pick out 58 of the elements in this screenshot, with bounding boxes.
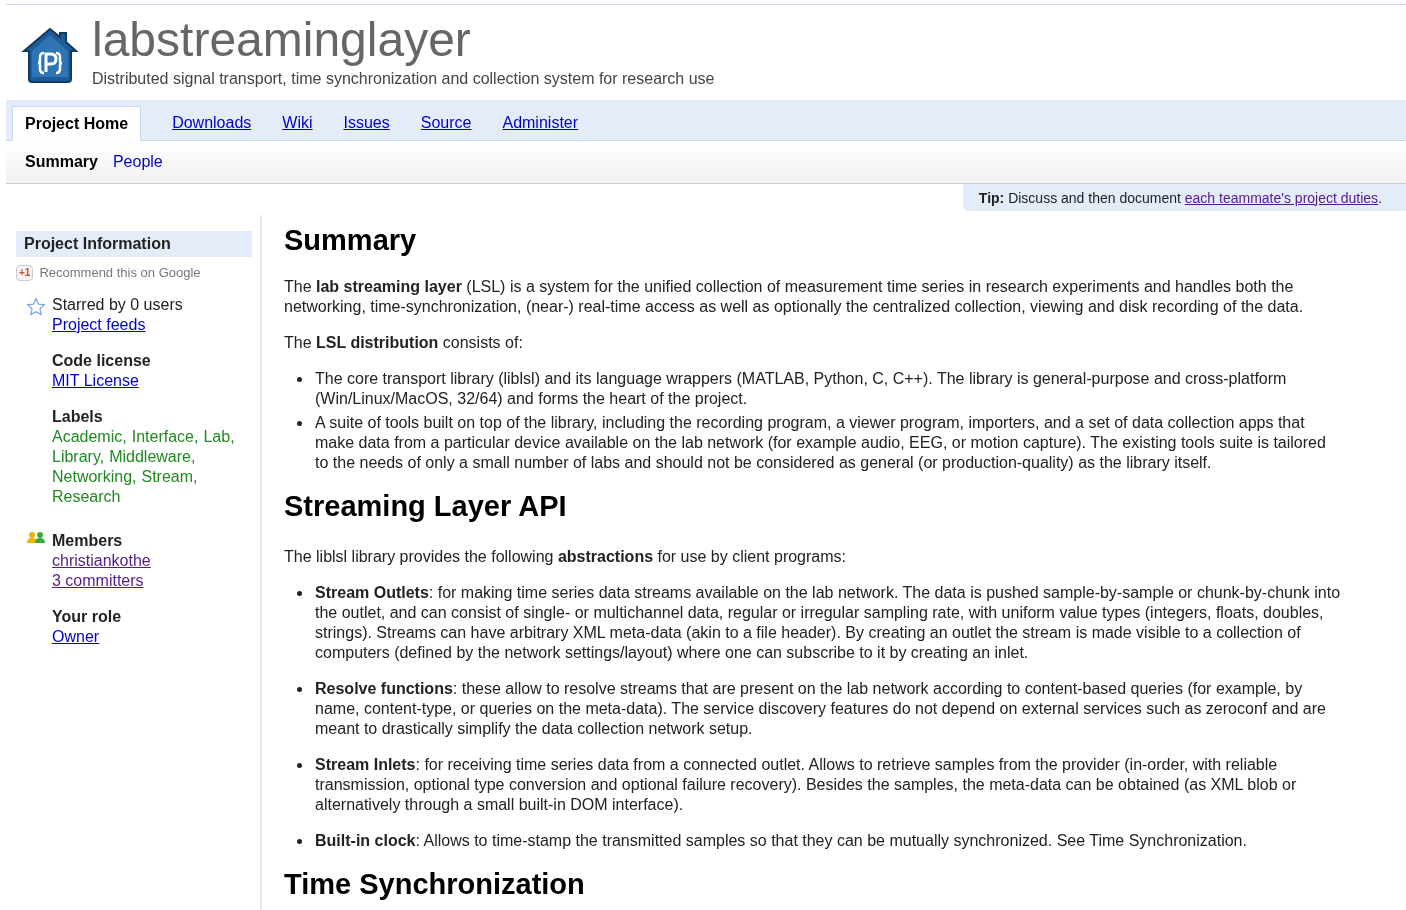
label-separator: ,: [132, 468, 137, 485]
feeds-link[interactable]: Project feeds: [52, 315, 252, 335]
paragraph: The liblsl library provides the following abstractions for use by client programs:: [284, 547, 847, 567]
star-icon[interactable]: [26, 297, 46, 317]
house-logo-icon: [20, 25, 80, 85]
label-link[interactable]: Lab: [203, 428, 231, 445]
bullet-icon: [297, 687, 302, 692]
section-heading: Time Synchronization: [284, 867, 586, 901]
starred-count: Starred by 0 users: [52, 295, 184, 315]
sidebar-title: Project Information: [16, 231, 252, 257]
list-item-text: Stream Inlets: for receiving time series data from a connected outlet. Allows to retrieve samples from the provider (in-order, with reliable transmission, optional type conversion and optional failure recovery). Besides the samples, the meta-data can be obtained (as XML blob or alternatively through a small built-in DOM interface).: [315, 755, 1298, 815]
label-link[interactable]: Stream: [141, 468, 194, 485]
section-heading: Code license: [52, 351, 152, 371]
bullet-icon: [297, 377, 302, 382]
label-link[interactable]: Library: [52, 448, 100, 465]
role-link[interactable]: Owner: [52, 627, 252, 647]
bullet-icon: [297, 763, 302, 768]
paragraph: The lab streaming layer (LSL) is a system for the unified collection of measurement time series in research experiments and handles both the networking, time-synchronization, (near-) real-time access as well as optionally the centralized collection, viewing and disk recording of the data.: [284, 277, 1305, 317]
label-link[interactable]: Research: [52, 488, 121, 505]
tip-text: Tip: Discuss and then document each teammate's project duties.: [978, 188, 1382, 208]
list-item-text: A suite of tools built on top of the library, including the recording program, a viewer program, importers, and a set of data collection apps that make data from a particular device available on the lab network (for example audio, EEG, or motion capture). The existing tools suite is tailored to the needs of only a small number of labs and should not be considered as general (or production-quality) as the library itself.: [315, 413, 1327, 473]
label-separator: ,: [230, 428, 235, 445]
section-heading: Labels: [52, 407, 104, 427]
nav-tab[interactable]: Issues: [343, 105, 390, 140]
bullet-icon: [297, 591, 302, 596]
label-link[interactable]: Interface: [131, 428, 194, 445]
plus-one-button[interactable]: +1: [16, 265, 34, 281]
label-link[interactable]: Networking: [52, 468, 133, 485]
project-title: labstreaminglayer: [92, 15, 472, 65]
nav-tab[interactable]: Source: [420, 105, 472, 140]
section-heading: Summary: [284, 223, 418, 257]
bullet-icon: [297, 839, 302, 844]
label-separator: ,: [122, 428, 127, 445]
subnav-link[interactable]: People: [112, 152, 163, 172]
recommend-text: Recommend this on Google: [39, 264, 201, 282]
label-separator: ,: [191, 448, 196, 465]
list-item-text: Resolve functions: these allow to resolve streams that are present on the lab network according to content-based queries (for example, by name, content-type, or queries on the meta-data). The service discovery features do not depend on external services such as zeroconf and are meant to drastically simplify the data collection network setup.: [315, 679, 1327, 739]
member-link[interactable]: christiankothe: [52, 551, 252, 571]
nav-tab[interactable]: Administer: [502, 105, 579, 140]
nav-tab[interactable]: Wiki: [282, 105, 313, 140]
project-subtitle: Distributed signal transport, time synchronization and collection system for research use: [92, 69, 715, 89]
label-link[interactable]: Academic: [52, 428, 123, 445]
section-heading: Streaming Layer API: [284, 489, 568, 523]
section-heading: Members: [52, 531, 124, 551]
nav-tab[interactable]: Project Home: [12, 106, 142, 141]
label-link[interactable]: Middleware: [109, 448, 191, 465]
subnav-link[interactable]: Summary: [25, 152, 98, 172]
nav-tab[interactable]: Downloads: [172, 105, 252, 140]
paragraph: The LSL distribution consists of:: [284, 333, 524, 353]
member-link[interactable]: 3 committers: [52, 571, 252, 591]
list-item-text: Stream Outlets: for making time series data streams available on the lab network. The data is pushed sample-by-sample or chunk-by-chunk into the outlet, and can consist of single- or multichannel data, regular or irregular sampling rate, with uniform value types (integers, floats, doubles, strings). Streams can have arbitrary XML meta-data (akin to a file header). By creating an outlet the stream is made visible to a collection of computers (defined by the network settings/layout) where one can subscribe to it by creating an inlet.: [315, 583, 1342, 663]
bullet-icon: [297, 421, 302, 426]
label-separator: ,: [193, 468, 198, 485]
list-item-text: The core transport library (liblsl) and its language wrappers (MATLAB, Python, C, C++). The library is general-purpose and cross-platform (Win/Linux/MacOS, 32/64) and forms the heart of the project.: [315, 369, 1288, 409]
label-separator: ,: [193, 428, 199, 445]
list-item-text: Built-in clock: Allows to time-stamp the transmitted samples so that they can be mutually synchronized. See Time Synchronization.: [315, 831, 1247, 851]
license-link[interactable]: MIT License: [52, 371, 252, 391]
section-heading: Your role: [52, 607, 123, 627]
